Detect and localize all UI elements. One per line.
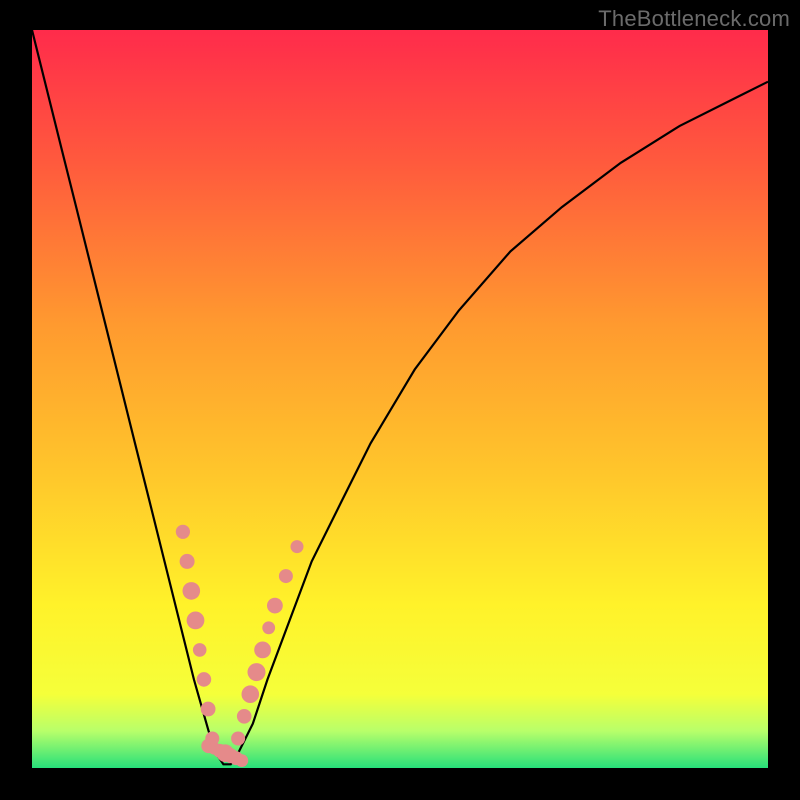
data-markers <box>176 525 304 767</box>
bottleneck-curve <box>32 30 768 764</box>
data-marker <box>176 525 190 539</box>
data-marker <box>193 643 207 657</box>
data-marker <box>201 702 216 717</box>
data-marker <box>180 554 195 569</box>
plot-frame <box>32 30 768 768</box>
data-marker <box>254 642 271 659</box>
data-marker <box>242 685 260 703</box>
data-marker <box>183 582 201 600</box>
data-marker <box>187 612 205 630</box>
watermark-text: TheBottleneck.com <box>598 6 790 32</box>
data-marker <box>231 732 245 746</box>
data-marker <box>279 569 293 583</box>
bottleneck-plot <box>32 30 768 768</box>
data-marker <box>197 672 212 687</box>
data-marker <box>235 754 248 767</box>
data-marker <box>237 709 252 724</box>
data-marker <box>262 621 275 634</box>
data-marker <box>268 598 282 612</box>
data-marker <box>291 540 304 553</box>
data-marker <box>248 663 266 681</box>
